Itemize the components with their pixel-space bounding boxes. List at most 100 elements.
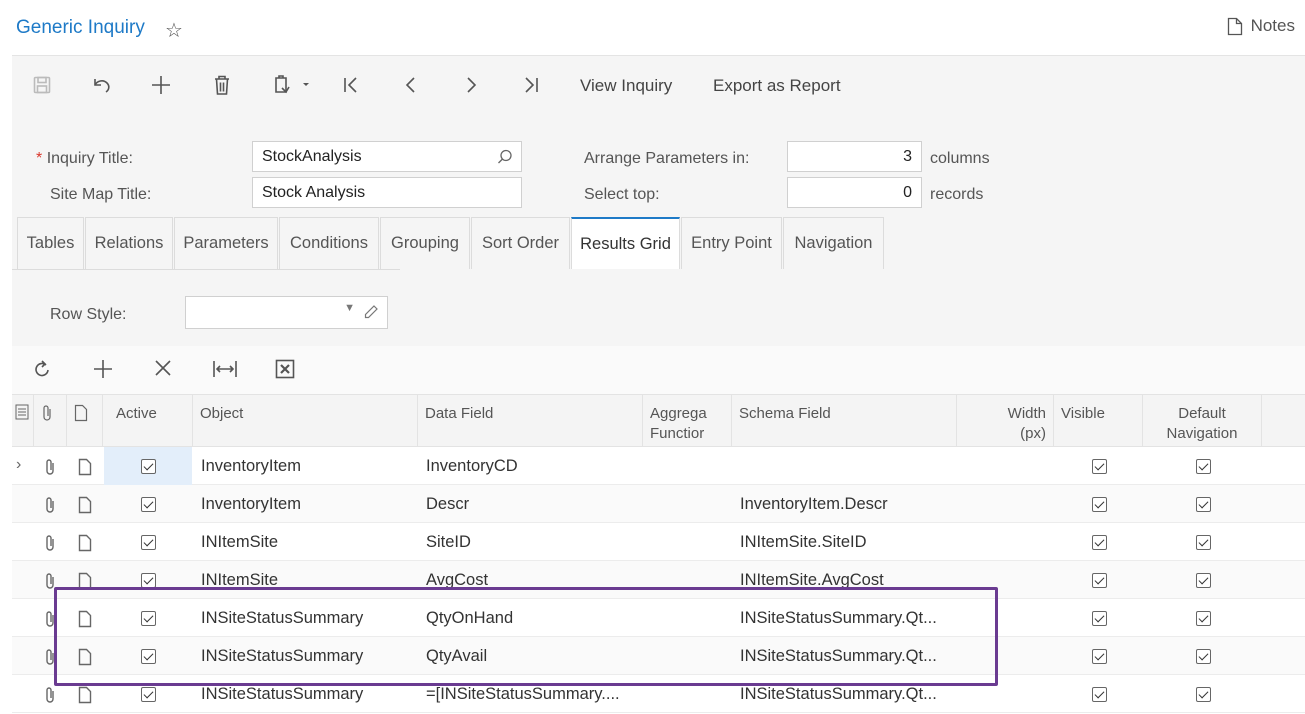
note-icon[interactable] — [78, 648, 92, 671]
column-object[interactable]: Object — [193, 395, 418, 447]
attachment-icon[interactable] — [44, 496, 56, 519]
favorite-star-icon[interactable]: ☆ — [165, 18, 183, 43]
tab-results-grid[interactable]: Results Grid — [571, 217, 680, 269]
active-checkbox[interactable] — [141, 459, 156, 474]
delete-row-icon[interactable] — [153, 358, 173, 378]
tab-conditions[interactable]: Conditions — [279, 217, 379, 269]
visible-checkbox[interactable] — [1092, 497, 1107, 512]
next-record-icon[interactable] — [459, 71, 483, 99]
cell-data-field[interactable]: QtyOnHand — [418, 599, 643, 637]
table-row[interactable]: › InventoryItem InventoryCD — [12, 447, 1305, 485]
active-checkbox[interactable] — [141, 535, 156, 550]
cell-data-field[interactable]: AvgCost — [418, 561, 643, 599]
table-row[interactable]: InventoryItem Descr InventoryItem.Descr — [12, 485, 1305, 523]
previous-record-icon[interactable] — [399, 71, 423, 99]
tab-entry-point[interactable]: Entry Point — [681, 217, 782, 269]
undo-icon[interactable] — [89, 71, 113, 99]
copy-paste-icon[interactable] — [268, 71, 316, 99]
column-aggregate-function[interactable]: Aggrega Functior — [643, 395, 732, 447]
add-row-icon[interactable] — [92, 358, 114, 380]
visible-checkbox[interactable] — [1092, 573, 1107, 588]
save-icon[interactable] — [30, 71, 54, 99]
column-default-navigation[interactable]: Default Navigation — [1143, 395, 1262, 447]
table-row[interactable]: INSiteStatusSummary =[INSiteStatusSummary… — [12, 675, 1305, 713]
add-icon[interactable] — [149, 71, 173, 99]
column-schema-field[interactable]: Schema Field — [732, 395, 957, 447]
column-active[interactable]: Active — [103, 395, 193, 447]
export-as-report-button[interactable]: Export as Report — [713, 76, 841, 96]
refresh-icon[interactable] — [31, 358, 53, 380]
cell-schema-field[interactable] — [732, 447, 957, 485]
table-row[interactable]: INSiteStatusSummary QtyAvail INSiteStatusS… — [12, 637, 1305, 675]
active-checkbox[interactable] — [141, 497, 156, 512]
cell-data-field[interactable]: InventoryCD — [418, 447, 643, 485]
note-icon[interactable] — [78, 610, 92, 633]
cell-schema-field[interactable]: INSiteStatusSummary.Qt... — [732, 637, 957, 675]
visible-checkbox[interactable] — [1092, 459, 1107, 474]
cell-schema-field[interactable]: INItemSite.AvgCost — [732, 561, 957, 599]
attachment-icon[interactable] — [44, 686, 56, 709]
chevron-down-icon[interactable]: ▼ — [344, 302, 355, 314]
default-navigation-checkbox[interactable] — [1196, 611, 1211, 626]
cell-object[interactable]: InventoryItem — [193, 447, 418, 485]
default-navigation-checkbox[interactable] — [1196, 573, 1211, 588]
default-navigation-checkbox[interactable] — [1196, 535, 1211, 550]
default-navigation-checkbox[interactable] — [1196, 687, 1211, 702]
export-excel-icon[interactable] — [274, 358, 296, 380]
search-icon[interactable] — [497, 149, 513, 165]
row-style-select[interactable]: ▼ — [185, 296, 388, 329]
cell-schema-field[interactable]: InventoryItem.Descr — [732, 485, 957, 523]
visible-checkbox[interactable] — [1092, 535, 1107, 550]
visible-checkbox[interactable] — [1092, 687, 1107, 702]
default-navigation-checkbox[interactable] — [1196, 459, 1211, 474]
active-checkbox[interactable] — [141, 573, 156, 588]
cell-data-field[interactable]: =[INSiteStatusSummary.... — [418, 675, 643, 713]
inquiry-title-input[interactable]: StockAnalysis — [252, 141, 522, 172]
cell-data-field[interactable]: Descr — [418, 485, 643, 523]
note-icon[interactable] — [78, 496, 92, 519]
cell-object[interactable]: INSiteStatusSummary — [193, 637, 418, 675]
fit-columns-icon[interactable] — [212, 358, 238, 380]
cell-schema-field[interactable]: INSiteStatusSummary.Qt... — [732, 599, 957, 637]
visible-checkbox[interactable] — [1092, 649, 1107, 664]
cell-data-field[interactable]: SiteID — [418, 523, 643, 561]
cell-object[interactable]: INItemSite — [193, 523, 418, 561]
tab-tables[interactable]: Tables — [17, 217, 84, 269]
attachment-icon[interactable] — [44, 534, 56, 557]
delete-icon[interactable] — [210, 71, 234, 99]
note-icon[interactable] — [78, 686, 92, 709]
tab-sort-order[interactable]: Sort Order — [471, 217, 570, 269]
table-row[interactable]: INSiteStatusSummary QtyOnHand INSiteStatus… — [12, 599, 1305, 637]
cell-data-field[interactable]: QtyAvail — [418, 637, 643, 675]
note-icon[interactable] — [78, 572, 92, 595]
edit-pencil-icon[interactable] — [363, 304, 379, 320]
cell-schema-field[interactable]: INItemSite.SiteID — [732, 523, 957, 561]
first-record-icon[interactable] — [339, 71, 363, 99]
page-title[interactable]: Generic Inquiry — [16, 17, 145, 39]
cell-object[interactable]: INSiteStatusSummary — [193, 675, 418, 713]
active-checkbox[interactable] — [141, 687, 156, 702]
note-icon[interactable] — [78, 534, 92, 557]
active-checkbox[interactable] — [141, 611, 156, 626]
attachment-icon[interactable] — [44, 648, 56, 671]
site-map-title-input[interactable]: Stock Analysis — [252, 177, 522, 208]
attachment-icon[interactable] — [44, 458, 56, 481]
table-row[interactable]: INItemSite SiteID INItemSite.SiteID — [12, 523, 1305, 561]
tab-grouping[interactable]: Grouping — [380, 217, 470, 269]
attachment-icon[interactable] — [44, 572, 56, 595]
table-row[interactable]: INItemSite AvgCost INItemSite.AvgCost — [12, 561, 1305, 599]
tab-relations[interactable]: Relations — [85, 217, 173, 269]
tab-parameters[interactable]: Parameters — [174, 217, 278, 269]
default-navigation-checkbox[interactable] — [1196, 649, 1211, 664]
cell-schema-field[interactable]: INSiteStatusSummary.Qt... — [732, 675, 957, 713]
cell-object[interactable]: INItemSite — [193, 561, 418, 599]
last-record-icon[interactable] — [519, 71, 543, 99]
arrange-parameters-input[interactable]: 3 — [787, 141, 922, 172]
cell-object[interactable]: INSiteStatusSummary — [193, 599, 418, 637]
column-data-field[interactable]: Data Field — [418, 395, 643, 447]
visible-checkbox[interactable] — [1092, 611, 1107, 626]
tab-navigation[interactable]: Navigation — [783, 217, 884, 269]
default-navigation-checkbox[interactable] — [1196, 497, 1211, 512]
column-width[interactable]: Width (px) — [957, 395, 1054, 447]
view-inquiry-button[interactable]: View Inquiry — [580, 76, 672, 96]
